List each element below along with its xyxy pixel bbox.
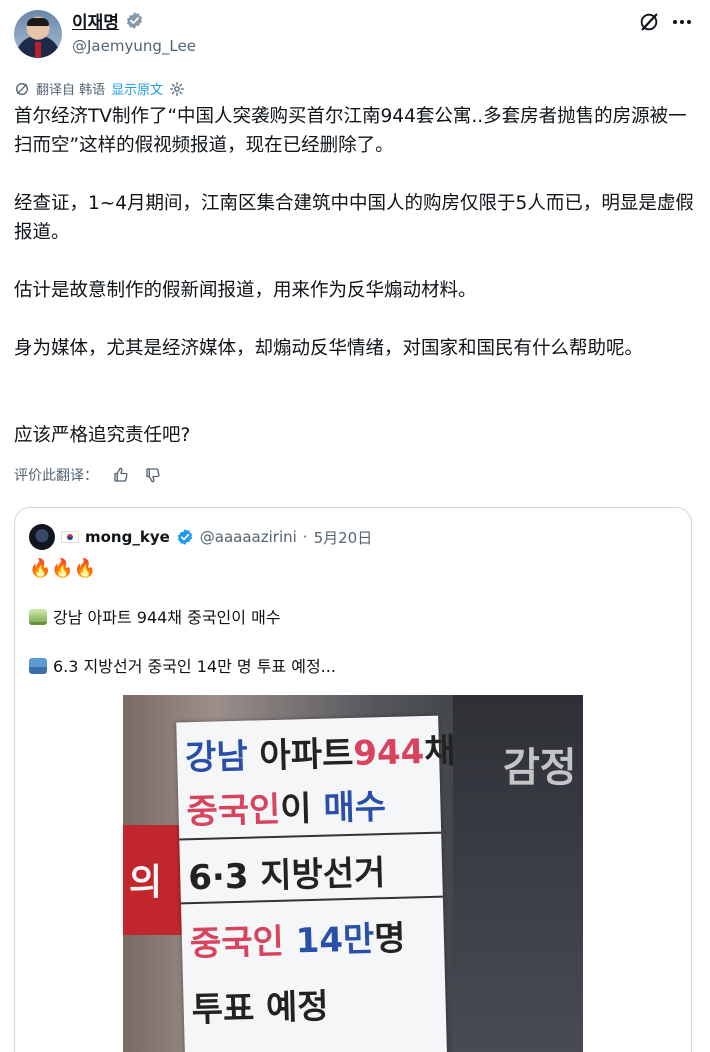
tweet-header: 이재명 @Jaemyung_Lee — [0, 0, 710, 72]
thumbs-up-icon[interactable] — [112, 466, 130, 484]
gear-icon[interactable] — [169, 81, 185, 97]
quoted-text-line: 6.3 지방선거 중국인 14만 명 투표 예정... — [29, 653, 336, 677]
author-display-name[interactable]: 이재명 — [72, 8, 119, 33]
sign-line: 중국인이 매수 — [186, 779, 387, 833]
quoted-line-1: 강남 아파트 944채 중국인이 매수 — [53, 608, 281, 627]
rate-translation-label: 评价此翻译： — [14, 468, 98, 484]
sign-line: 투표 예정 — [191, 979, 329, 1032]
sign-line: 중국인 14만명 — [189, 911, 406, 966]
sign-word: 매수 — [322, 787, 387, 829]
quoted-handle[interactable]: @aaaaazirini — [200, 528, 297, 546]
house-icon — [29, 609, 47, 625]
protest-sign-board: 강남 아파트944채 중국인이 매수 6·3 지방선거 중국인 14만명 투표 예정 — [176, 715, 456, 1052]
avatar[interactable] — [14, 10, 62, 58]
sign-line: 6·3 지방선거 — [188, 845, 386, 899]
sign-word: 강남 — [184, 736, 249, 779]
translation-label: 翻译自 韩语 — [36, 83, 106, 98]
sign-word: 14만 — [295, 919, 375, 962]
quoted-text-line: 강남 아파트 944채 중국인이 매수 — [29, 604, 281, 628]
red-sign-text: 의 — [129, 862, 163, 903]
separator: · — [302, 528, 308, 546]
thumbs-down-icon[interactable] — [144, 466, 162, 484]
sign-word: 중국인 — [186, 789, 281, 833]
sign-word: 이 — [279, 788, 325, 830]
quoted-line-2: 6.3 지방선거 중국인 14만 명 투표 예정... — [53, 657, 336, 676]
sign-word: 채 — [423, 731, 457, 773]
verified-badge-icon — [126, 12, 142, 29]
quoted-tweet[interactable]: mong_kye @aaaaazirini · 5月20日 🔥🔥🔥 강남 아파트… — [14, 507, 692, 1052]
sign-word: 명 — [373, 918, 407, 960]
fire-emoji: 🔥🔥🔥 — [29, 558, 97, 579]
sign-word: 6·3 지방선거 — [187, 853, 386, 899]
quoted-avatar[interactable] — [29, 524, 55, 550]
author-name-row: 이재명 — [72, 8, 144, 33]
verified-badge-icon — [177, 529, 192, 545]
sign-word: 944 — [352, 732, 425, 774]
korea-flag-icon — [61, 531, 79, 543]
tweet-paragraph: 应该严格追究责任吧? — [14, 425, 191, 446]
tweet-paragraph: 经查证，1~4月期间，江南区集合建筑中中国人的购房仅限于5人而已，明显是虚假报道… — [14, 193, 694, 243]
grok-icon[interactable] — [637, 10, 661, 34]
quoted-photo[interactable]: 감정 의 강남 아파트944채 중국인이 매수 6·3 지방선거 중국인 14만명 투표… — [123, 695, 583, 1052]
ballot-box-icon — [29, 658, 47, 674]
quoted-header: mong_kye @aaaaazirini · 5月20日 — [29, 524, 372, 550]
translation-row: 翻译自 韩语 显示原文 — [14, 79, 185, 98]
sign-divider — [179, 831, 442, 841]
sign-word: 아파트 — [247, 733, 354, 777]
tweet-paragraph: 首尔经济TV制作了“中国人突袭购买首尔江南944套公寓..多套房者抛售的房源被一… — [14, 106, 687, 156]
sign-word: 투표 예정 — [191, 986, 330, 1031]
sign-word: 중국인 — [189, 921, 297, 965]
more-icon[interactable] — [670, 10, 694, 34]
sign-line: 강남 아파트944채 — [184, 723, 456, 779]
rate-translation-row: 评价此翻译： — [14, 465, 162, 485]
tweet-paragraph: 估计是故意制作的假新闻报道，用来作为反华煽动材料。 — [14, 280, 477, 301]
red-sign: 의 — [123, 825, 183, 935]
background-sign-text: 감정 — [503, 745, 577, 791]
quoted-date[interactable]: 5月20日 — [314, 527, 373, 548]
translate-icon — [16, 82, 28, 95]
show-original-link[interactable]: 显示原文 — [111, 79, 163, 98]
quoted-name[interactable]: mong_kye — [85, 528, 170, 546]
tweet-paragraph: 身为媒体，尤其是经济媒体，却煽动反华情绪，对国家和国民有什么帮助呢。 — [14, 338, 644, 359]
author-handle[interactable]: @Jaemyung_Lee — [72, 37, 196, 55]
